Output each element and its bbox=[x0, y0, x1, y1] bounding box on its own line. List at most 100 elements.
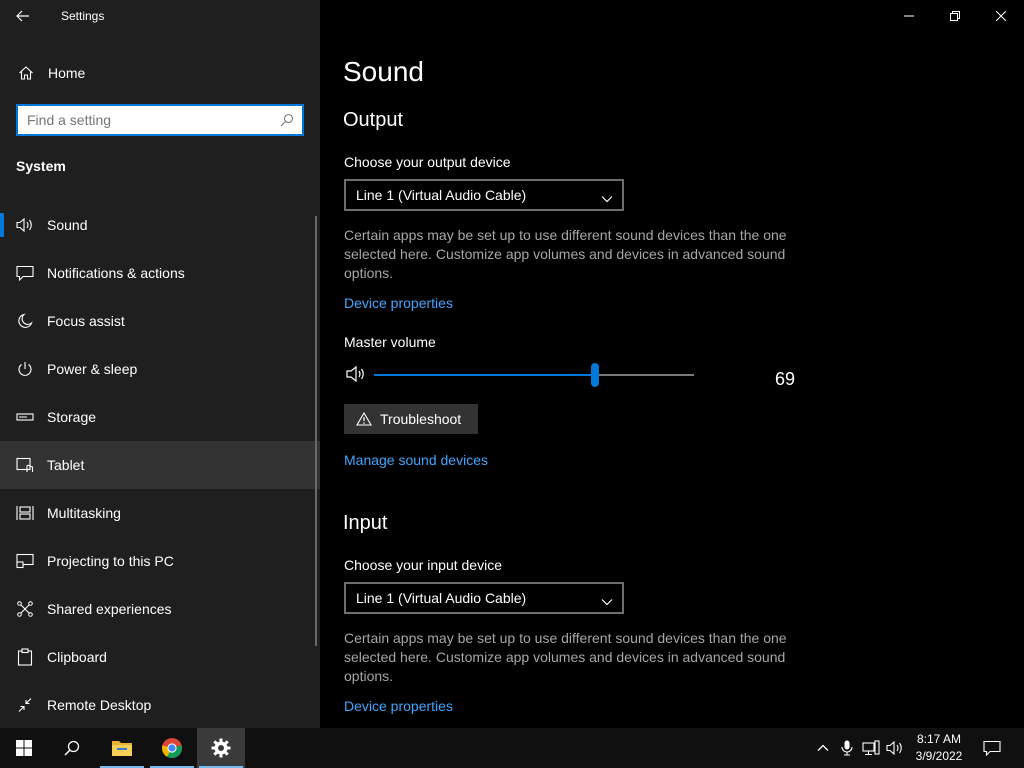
title-bar: Settings bbox=[0, 0, 320, 32]
volume-value: 69 bbox=[775, 369, 796, 389]
close-icon bbox=[996, 11, 1006, 21]
sidebar-nav: Sound Notifications & actions Focus assi… bbox=[0, 201, 320, 729]
chevron-down-icon bbox=[601, 593, 613, 609]
volume-slider[interactable] bbox=[374, 363, 694, 387]
shared-icon bbox=[15, 601, 35, 617]
sidebar-item-focus-assist[interactable]: Focus assist bbox=[0, 297, 320, 345]
sidebar-item-shared-experiences[interactable]: Shared experiences bbox=[0, 585, 320, 633]
sidebar-item-notifications[interactable]: Notifications & actions bbox=[0, 249, 320, 297]
close-button[interactable] bbox=[978, 0, 1024, 32]
windows-logo-icon bbox=[16, 740, 32, 756]
restore-button[interactable] bbox=[932, 0, 978, 32]
volume-tray-button[interactable] bbox=[884, 728, 906, 768]
search-input[interactable] bbox=[18, 112, 268, 128]
home-label: Home bbox=[48, 65, 86, 81]
troubleshoot-button[interactable]: Troubleshoot bbox=[344, 404, 478, 434]
remote-desktop-icon bbox=[15, 697, 35, 713]
output-device-properties-link[interactable]: Device properties bbox=[344, 295, 453, 311]
sidebar-item-multitasking[interactable]: Multitasking bbox=[0, 489, 320, 537]
multitasking-icon bbox=[15, 505, 35, 521]
output-device-label: Choose your output device bbox=[344, 154, 511, 170]
storage-icon bbox=[15, 412, 35, 422]
sidebar-item-label: Focus assist bbox=[47, 313, 125, 329]
moon-icon bbox=[15, 313, 35, 329]
chrome-icon bbox=[161, 738, 183, 759]
notification-icon bbox=[983, 740, 1001, 756]
chevron-up-icon bbox=[817, 744, 829, 751]
microphone-icon bbox=[841, 740, 853, 756]
section-title: System bbox=[16, 158, 66, 174]
volume-slider-thumb[interactable] bbox=[590, 363, 599, 387]
taskbar-search-button[interactable] bbox=[48, 728, 96, 768]
taskbar-settings[interactable] bbox=[197, 728, 245, 768]
input-device-label: Choose your input device bbox=[344, 557, 502, 573]
sidebar-item-label: Multitasking bbox=[47, 505, 121, 521]
sidebar-item-storage[interactable]: Storage bbox=[0, 393, 320, 441]
gear-icon bbox=[211, 738, 231, 758]
output-device-dropdown[interactable]: Line 1 (Virtual Audio Cable) bbox=[344, 179, 624, 211]
clock-time: 8:17 AM bbox=[916, 732, 962, 746]
search-icon[interactable] bbox=[280, 113, 294, 132]
master-volume-row: 69 bbox=[344, 362, 804, 390]
sidebar-item-label: Projecting to this PC bbox=[47, 553, 174, 569]
app-title: Settings bbox=[61, 9, 105, 23]
manage-sound-devices-link[interactable]: Manage sound devices bbox=[344, 452, 488, 468]
taskbar: 8:17 AM 3/9/2022 bbox=[0, 728, 1024, 768]
network-tray-button[interactable] bbox=[860, 728, 882, 768]
page-title: Sound bbox=[343, 56, 424, 87]
window-controls bbox=[886, 0, 1024, 32]
input-device-dropdown[interactable]: Line 1 (Virtual Audio Cable) bbox=[344, 582, 624, 614]
sidebar-item-label: Power & sleep bbox=[47, 361, 138, 377]
sidebar-item-sound[interactable]: Sound bbox=[0, 201, 320, 249]
sidebar-item-label: Shared experiences bbox=[47, 601, 172, 617]
troubleshoot-label: Troubleshoot bbox=[380, 411, 462, 427]
volume-slider-fill bbox=[374, 374, 595, 376]
input-device-value: Line 1 (Virtual Audio Cable) bbox=[356, 590, 527, 606]
start-button[interactable] bbox=[0, 728, 48, 768]
sidebar-item-clipboard[interactable]: Clipboard bbox=[0, 633, 320, 681]
speaker-icon bbox=[886, 740, 902, 756]
input-description: Certain apps may be set up to use differ… bbox=[344, 630, 787, 684]
sidebar: Settings Home System Sound Notifications… bbox=[0, 0, 320, 728]
back-arrow-icon bbox=[16, 10, 29, 22]
sidebar-item-label: Remote Desktop bbox=[47, 697, 152, 713]
sidebar-item-power-sleep[interactable]: Power & sleep bbox=[0, 345, 320, 393]
output-device-value: Line 1 (Virtual Audio Cable) bbox=[356, 187, 527, 203]
sidebar-item-label: Storage bbox=[47, 409, 97, 425]
warning-icon bbox=[356, 412, 372, 426]
sidebar-scrollbar[interactable] bbox=[315, 216, 317, 646]
projecting-icon bbox=[15, 553, 35, 569]
sidebar-item-tablet[interactable]: Tablet bbox=[0, 441, 320, 489]
taskbar-clock[interactable]: 8:17 AM 3/9/2022 bbox=[905, 731, 973, 765]
sidebar-item-label: Notifications & actions bbox=[47, 265, 185, 281]
sidebar-item-label: Clipboard bbox=[47, 649, 107, 665]
home-nav-item[interactable]: Home bbox=[0, 56, 320, 90]
microphone-tray-button[interactable] bbox=[838, 728, 856, 768]
speaker-icon bbox=[15, 217, 35, 233]
action-center-button[interactable] bbox=[978, 728, 1006, 768]
taskbar-chrome[interactable] bbox=[148, 728, 196, 768]
speaker-icon[interactable] bbox=[346, 365, 368, 388]
back-button[interactable] bbox=[0, 0, 46, 32]
main-content: Sound Output Choose your output device L… bbox=[320, 0, 1024, 728]
tablet-icon bbox=[15, 457, 35, 473]
sidebar-item-remote-desktop[interactable]: Remote Desktop bbox=[0, 681, 320, 729]
chevron-down-icon bbox=[601, 190, 613, 206]
notification-icon bbox=[15, 265, 35, 281]
taskbar-file-explorer[interactable] bbox=[98, 728, 146, 768]
home-icon bbox=[16, 65, 36, 81]
folder-icon bbox=[112, 741, 132, 756]
input-device-properties-link[interactable]: Device properties bbox=[344, 698, 453, 714]
output-heading: Output bbox=[343, 109, 404, 131]
clock-date: 3/9/2022 bbox=[915, 749, 963, 763]
clipboard-icon bbox=[15, 648, 35, 666]
master-volume-label: Master volume bbox=[344, 334, 436, 350]
restore-icon bbox=[950, 11, 960, 21]
minimize-button[interactable] bbox=[886, 0, 932, 32]
power-icon bbox=[15, 361, 35, 377]
show-hidden-icons-button[interactable] bbox=[813, 728, 833, 768]
search-box[interactable] bbox=[16, 104, 304, 136]
sidebar-item-label: Tablet bbox=[47, 457, 85, 473]
sidebar-item-projecting[interactable]: Projecting to this PC bbox=[0, 537, 320, 585]
network-icon bbox=[862, 740, 880, 756]
